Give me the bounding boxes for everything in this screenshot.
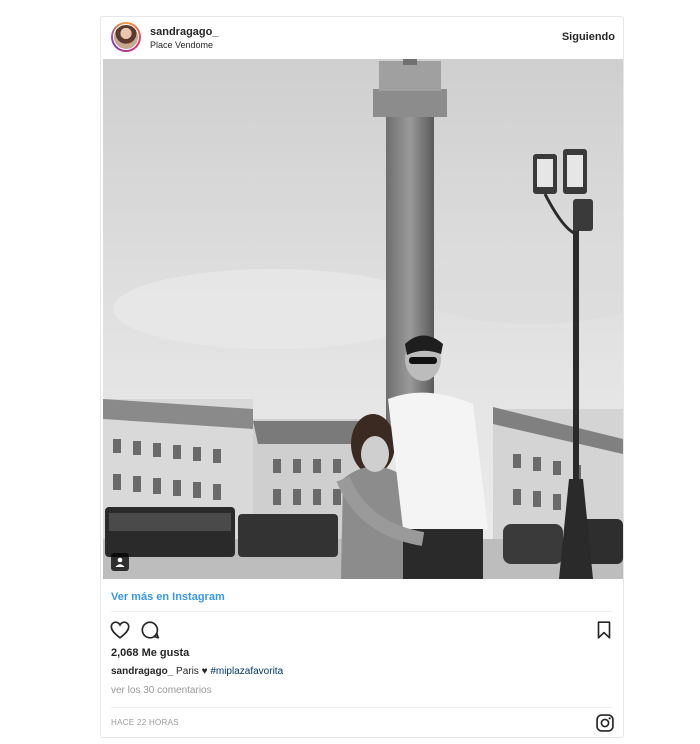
instagram-embed-card: sandragago_ Place Vendome Siguiendo Ver …	[100, 16, 624, 738]
divider	[111, 611, 613, 612]
like-count[interactable]: 2,068 Me gusta	[111, 647, 189, 659]
caption: sandragago_ Paris ♥ #miplazafavorita	[111, 666, 283, 677]
caption-text: Paris	[173, 666, 202, 677]
caption-username[interactable]: sandragago_	[111, 666, 173, 677]
following-button[interactable]: Siguiendo	[562, 31, 615, 43]
avatar[interactable]	[111, 22, 141, 52]
user-tag-icon[interactable]	[111, 553, 129, 571]
action-bar	[109, 619, 615, 643]
bookmark-icon[interactable]	[593, 619, 615, 641]
view-more-link[interactable]: Ver más en Instagram	[111, 591, 225, 603]
post-photo[interactable]	[103, 59, 623, 579]
heart-icon[interactable]	[109, 619, 131, 641]
instagram-icon[interactable]	[595, 713, 615, 733]
photo-illustration	[103, 59, 623, 579]
post-header: sandragago_ Place Vendome Siguiendo	[101, 17, 623, 59]
caption-heart: ♥	[201, 666, 208, 677]
comment-icon[interactable]	[139, 619, 161, 641]
post-timestamp[interactable]: HACE 22 HORAS	[111, 718, 179, 727]
view-comments-link[interactable]: ver los 30 comentarios	[111, 685, 212, 696]
username-link[interactable]: sandragago_	[150, 26, 218, 38]
divider	[111, 707, 613, 708]
hashtag-link[interactable]: #miplazafavorita	[210, 666, 283, 677]
location-link[interactable]: Place Vendome	[150, 40, 213, 50]
